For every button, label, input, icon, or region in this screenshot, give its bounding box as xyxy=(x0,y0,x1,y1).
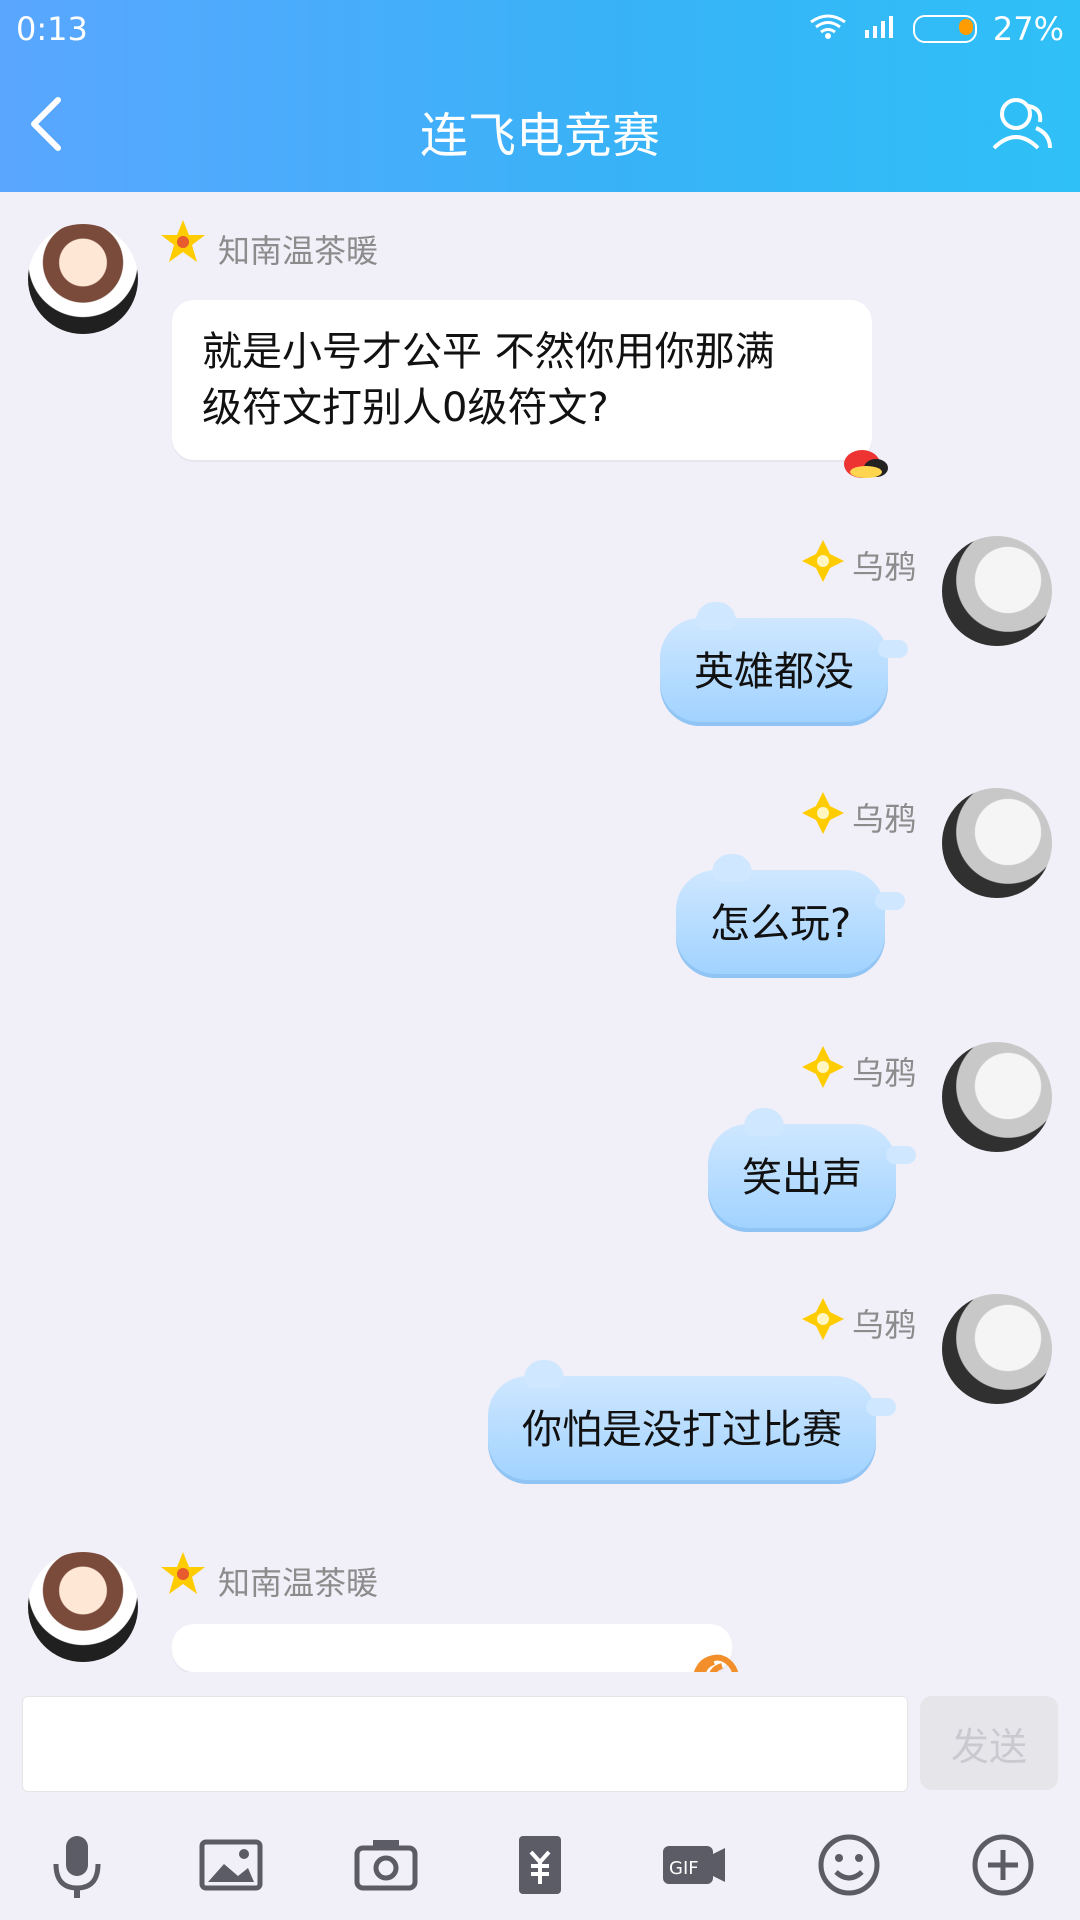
toolbar: GIF xyxy=(0,1820,1080,1910)
message-left: 知南温茶暖 就是小号才公平 不然你用你那满 级符文打别人0级符文? xyxy=(0,192,1080,512)
message-left: 知南温茶暖 xyxy=(0,1552,1080,1692)
sender-name: 知南温茶暖 xyxy=(218,232,379,270)
message-right: 乌鸦 怎么玩? xyxy=(0,784,1080,1024)
diamond-star-icon xyxy=(802,1298,844,1340)
diamond-star-icon xyxy=(802,540,844,582)
message-bubble[interactable]: 笑出声 xyxy=(708,1108,916,1232)
emoji-icon[interactable] xyxy=(814,1830,884,1900)
avatar[interactable] xyxy=(942,1042,1052,1152)
gif-icon[interactable]: GIF xyxy=(659,1830,729,1900)
star-icon xyxy=(161,1552,205,1594)
message-bubble[interactable]: 你怕是没打过比赛 xyxy=(488,1360,896,1484)
red-envelope-icon[interactable] xyxy=(505,1830,575,1900)
battery-icon xyxy=(912,15,977,43)
message-bubble[interactable]: 英雄都没 xyxy=(660,602,908,726)
sender-name: 乌鸦 xyxy=(851,1306,916,1344)
signal-icon xyxy=(863,10,897,48)
message-right: 乌鸦 你怕是没打过比赛 xyxy=(0,1290,1080,1550)
diamond-star-icon xyxy=(802,1046,844,1088)
plus-icon[interactable] xyxy=(968,1830,1038,1900)
message-bubble[interactable]: 怎么玩? xyxy=(676,854,906,978)
group-members-button[interactable] xyxy=(984,88,1056,160)
avatar[interactable] xyxy=(28,224,138,334)
message-right: 乌鸦 笑出声 xyxy=(0,1038,1080,1278)
image-icon[interactable] xyxy=(196,1830,266,1900)
message-line: 级符文打别人0级符文? xyxy=(202,385,609,431)
avatar[interactable] xyxy=(942,1294,1052,1404)
message-line: 就是小号才公平 不然你用你那满 xyxy=(202,329,775,375)
sender-name: 乌鸦 xyxy=(851,800,916,838)
message-bubble[interactable]: 就是小号才公平 不然你用你那满 级符文打别人0级符文? xyxy=(172,300,872,460)
status-indicators: 27% xyxy=(809,10,1064,48)
person-icon xyxy=(992,98,1052,150)
sender-name: 乌鸦 xyxy=(851,548,916,586)
sender-name: 乌鸦 xyxy=(851,1054,916,1092)
sender-name: 知南温茶暖 xyxy=(218,1564,379,1602)
svg-text:GIF: GIF xyxy=(669,1858,699,1879)
diamond-star-icon xyxy=(802,792,844,834)
chat-header: 0:13 27% 连飞电竞赛 xyxy=(0,0,1080,192)
battery-percent: 27% xyxy=(992,10,1064,48)
avatar[interactable] xyxy=(942,536,1052,646)
message-input[interactable] xyxy=(22,1696,908,1792)
avatar[interactable] xyxy=(942,788,1052,898)
sticker-decal-icon xyxy=(844,450,888,478)
avatar[interactable] xyxy=(28,1552,138,1662)
status-time: 0:13 xyxy=(16,10,88,48)
camera-icon[interactable] xyxy=(351,1830,421,1900)
chat-title: 连飞电竞赛 xyxy=(419,108,660,164)
send-button[interactable]: 发送 xyxy=(920,1696,1058,1790)
message-right: 乌鸦 英雄都没 xyxy=(0,532,1080,772)
wifi-icon xyxy=(809,10,847,48)
message-bubble[interactable] xyxy=(172,1624,732,1672)
input-area: 发送 GIF xyxy=(0,1672,1080,1920)
microphone-icon[interactable] xyxy=(42,1830,112,1900)
chat-area[interactable]: 知南温茶暖 就是小号才公平 不然你用你那满 级符文打别人0级符文? 乌鸦 英雄都… xyxy=(0,192,1080,1920)
star-icon xyxy=(161,220,205,262)
